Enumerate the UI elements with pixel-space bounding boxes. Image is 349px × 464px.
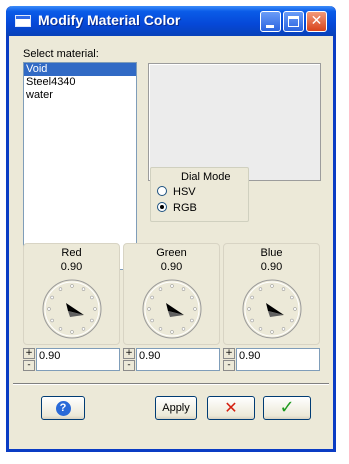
apply-button[interactable]: Apply <box>155 396 197 420</box>
spin-up-green[interactable]: + <box>123 348 135 359</box>
window-icon <box>15 15 31 27</box>
radio-rgb-icon[interactable] <box>157 202 167 212</box>
spin-down-red[interactable]: - <box>23 360 35 371</box>
spinner-green: + - 0.90 <box>123 348 220 372</box>
title-bar[interactable]: Modify Material Color ✕ <box>6 6 336 36</box>
value-field-blue[interactable]: 0.90 <box>236 348 320 371</box>
dial-name-blue: Blue <box>260 247 283 259</box>
radio-rgb[interactable]: RGB <box>157 202 197 216</box>
maximize-icon <box>288 16 299 27</box>
value-field-green[interactable]: 0.90 <box>136 348 220 371</box>
radio-rgb-label: RGB <box>173 202 197 214</box>
window-title: Modify Material Color <box>38 12 181 28</box>
radio-hsv-icon[interactable] <box>157 186 167 196</box>
close-icon: ✕ <box>310 13 323 29</box>
material-item-steel4340[interactable]: Steel4340 <box>24 76 136 89</box>
help-icon: ? <box>55 401 71 416</box>
spin-up-blue[interactable]: + <box>223 348 235 359</box>
dial-knob-red[interactable] <box>35 276 109 342</box>
dial-value-red: 0.90 <box>60 261 83 273</box>
spin-down-green[interactable]: - <box>123 360 135 371</box>
material-list[interactable]: Void Steel4340 water <box>23 62 137 270</box>
dial-mode-group: Dial Mode HSV RGB <box>150 167 249 222</box>
spin-down-blue[interactable]: - <box>223 360 235 371</box>
dial-value-green: 0.90 <box>160 261 183 273</box>
ok-button[interactable]: ✓ <box>263 396 311 420</box>
material-item-water[interactable]: water <box>24 89 136 102</box>
help-button[interactable]: ? <box>41 396 85 420</box>
dialog-window: Modify Material Color ✕ Select material:… <box>6 6 336 452</box>
cancel-button[interactable]: ✕ <box>207 396 255 420</box>
cancel-x-icon: ✕ <box>224 398 238 417</box>
dial-knob-blue[interactable] <box>235 276 309 342</box>
dial-value-blue: 0.90 <box>260 261 283 273</box>
dial-panel-green: Green 0.90 <box>123 243 220 345</box>
dial-name-green: Green <box>156 247 187 259</box>
dialog-content: Select material: Void Steel4340 water Di… <box>9 36 333 449</box>
checkmark-icon: ✓ <box>279 397 295 418</box>
maximize-button[interactable] <box>283 11 304 32</box>
divider <box>13 383 329 385</box>
dial-mode-title: Dial Mode <box>181 171 231 183</box>
select-material-label: Select material: <box>23 48 99 60</box>
minimize-icon <box>266 25 274 28</box>
spin-up-red[interactable]: + <box>23 348 35 359</box>
material-item-void[interactable]: Void <box>24 63 136 76</box>
radio-hsv-label: HSV <box>173 186 196 198</box>
color-preview <box>148 63 321 181</box>
dial-panel-blue: Blue 0.90 <box>223 243 320 345</box>
minimize-button[interactable] <box>260 11 281 32</box>
value-field-red[interactable]: 0.90 <box>36 348 120 371</box>
dial-name-red: Red <box>61 247 82 259</box>
close-button[interactable]: ✕ <box>306 11 327 32</box>
spinner-red: + - 0.90 <box>23 348 120 372</box>
dial-knob-green[interactable] <box>135 276 209 342</box>
spinner-blue: + - 0.90 <box>223 348 320 372</box>
radio-hsv[interactable]: HSV <box>157 186 196 200</box>
dial-panel-red: Red 0.90 <box>23 243 120 345</box>
